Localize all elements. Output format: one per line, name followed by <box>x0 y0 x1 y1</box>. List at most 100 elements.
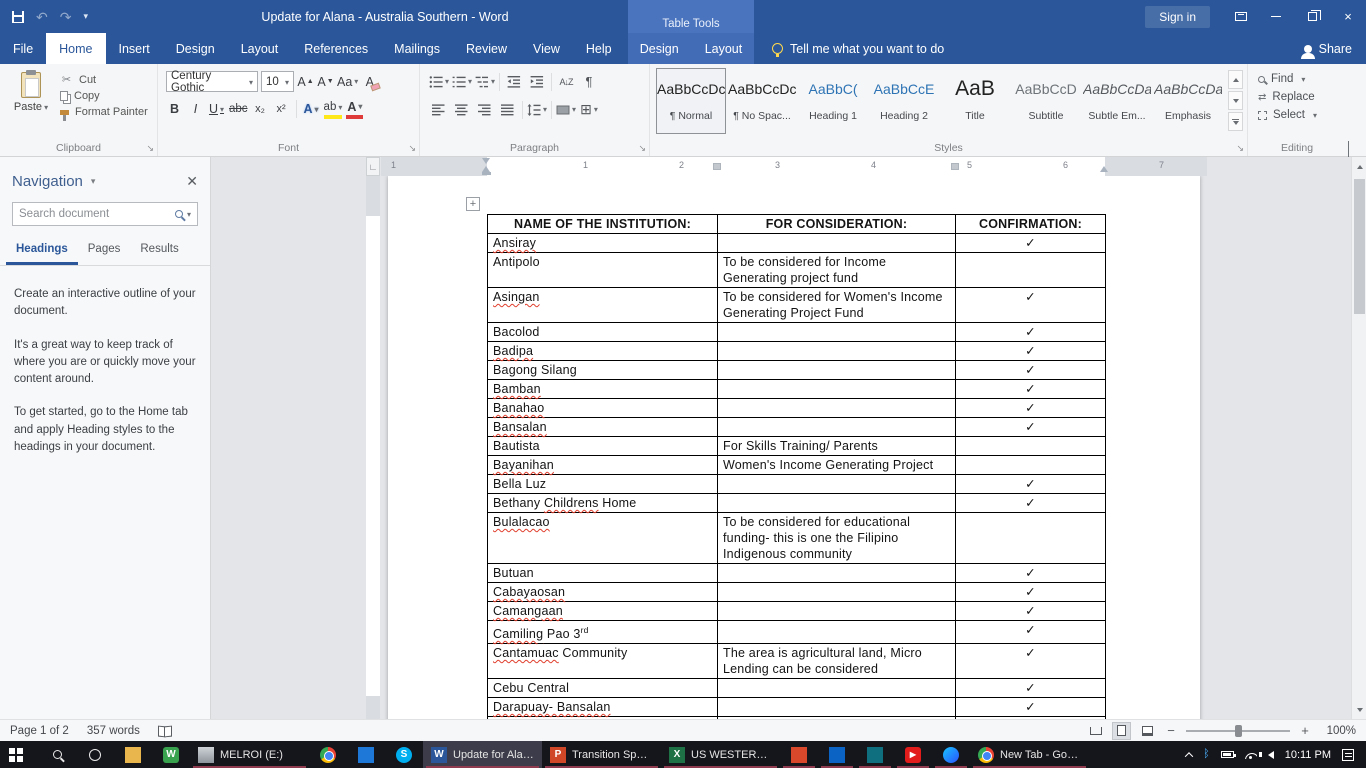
tab-review[interactable]: Review <box>453 33 520 64</box>
confirmation-cell[interactable]: ✓ <box>955 398 1106 418</box>
confirmation-cell[interactable] <box>955 436 1106 456</box>
tab-layout[interactable]: Layout <box>228 33 292 64</box>
paste-button[interactable]: Paste <box>8 70 54 138</box>
institution-cell[interactable]: Antipolo <box>487 252 718 288</box>
action-center-icon[interactable] <box>1342 748 1354 761</box>
taskbar-clock[interactable]: 10:11 PM <box>1285 749 1331 761</box>
consideration-cell[interactable] <box>717 582 956 602</box>
file-explorer-button[interactable] <box>114 741 152 768</box>
confirmation-cell[interactable]: ✓ <box>955 563 1106 583</box>
institution-cell[interactable]: Bacolod <box>487 322 718 342</box>
cortana-button[interactable] <box>76 741 114 768</box>
institution-cell[interactable]: Bansalan <box>487 417 718 437</box>
tab-file[interactable]: File <box>0 33 46 64</box>
photos-app-button[interactable] <box>347 741 385 768</box>
style-item[interactable]: AaBbCcD Subtitle <box>1012 69 1080 133</box>
excel-window-button[interactable]: X US WESTERN U... <box>661 741 780 768</box>
format-painter-button[interactable]: Format Painter <box>60 106 148 121</box>
taskbar-search-button[interactable] <box>38 741 76 768</box>
shrink-font-button[interactable]: A ▼ <box>317 72 334 92</box>
web-layout-button[interactable] <box>1139 723 1156 739</box>
institution-cell[interactable]: Bagong Silang <box>487 360 718 380</box>
table-move-handle[interactable]: + <box>466 197 480 211</box>
word-window-button[interactable]: W Update for Alan... <box>423 741 542 768</box>
table-header-cell[interactable]: FOR CONSIDERATION: <box>717 214 956 234</box>
proofing-status-icon[interactable] <box>158 726 172 736</box>
battery-icon[interactable] <box>1220 751 1236 758</box>
style-item[interactable]: AaBbC(Heading 1 <box>799 69 867 133</box>
consideration-cell[interactable]: Women's Income Generating Project <box>717 455 956 475</box>
tab-home[interactable]: Home <box>46 33 106 64</box>
consideration-cell[interactable]: To be considered for educational funding… <box>717 512 956 564</box>
chrome-pinned-button[interactable] <box>309 741 347 768</box>
change-case-button[interactable]: Aa <box>337 72 358 92</box>
scrollbar-thumb[interactable] <box>1354 179 1365 314</box>
institution-cell[interactable]: Asingan <box>487 287 718 323</box>
consideration-cell[interactable]: To be considered for Income Generating p… <box>717 252 956 288</box>
column-marker[interactable] <box>713 163 721 170</box>
style-item[interactable]: AaBbCcDc ¶ No Spac... <box>728 69 796 133</box>
institution-cell[interactable]: Camiling Pao 3rd <box>487 619 718 645</box>
copy-button[interactable]: Copy <box>60 90 148 102</box>
confirmation-cell[interactable]: ✓ <box>955 678 1106 699</box>
institution-cell[interactable]: Badipa <box>487 341 718 361</box>
bullets-button[interactable] <box>428 71 450 92</box>
styles-dialog-launcher[interactable]: ↘ <box>1236 144 1244 153</box>
institution-cell[interactable]: Bulalacao <box>487 512 718 564</box>
italic-button[interactable]: I <box>187 99 204 119</box>
document-search-box[interactable]: ▾ <box>12 202 198 226</box>
institution-cell[interactable]: Darapuay- Bansalan <box>487 697 718 718</box>
institution-cell[interactable]: Cebu Central <box>487 678 718 699</box>
print-layout-button[interactable] <box>1112 721 1131 740</box>
messenger-app-button[interactable] <box>932 741 970 768</box>
search-input[interactable] <box>19 208 175 220</box>
redo-icon[interactable]: ↷ <box>60 10 72 24</box>
undo-icon[interactable]: ↶ <box>36 10 48 24</box>
zoom-slider-thumb[interactable] <box>1235 724 1242 737</box>
horizontal-ruler[interactable]: 1 1 2 3 4 5 6 7 <box>381 157 1207 176</box>
navigation-tab-headings[interactable]: Headings <box>6 238 78 265</box>
borders-button[interactable]: ⊞ <box>578 99 600 120</box>
institution-cell[interactable]: Bella Luz <box>487 474 718 494</box>
close-button[interactable]: × <box>1330 0 1366 33</box>
collapse-ribbon-button[interactable] <box>1348 141 1360 159</box>
confirmation-cell[interactable]: ✓ <box>955 493 1106 513</box>
scroll-down-button[interactable] <box>1352 702 1366 717</box>
cut-button[interactable]: ✂ Cut <box>60 73 148 87</box>
first-line-indent-marker[interactable] <box>482 158 490 164</box>
store-app-button[interactable] <box>856 741 894 768</box>
navigation-tab-results[interactable]: Results <box>130 238 188 265</box>
style-item[interactable]: AaBbCcDc ¶ Normal <box>656 68 726 134</box>
paragraph-dialog-launcher[interactable]: ↘ <box>638 144 646 153</box>
consideration-cell[interactable]: For Skills Training/ Parents <box>717 436 956 456</box>
chrome-window-button[interactable]: New Tab - Goo... <box>970 741 1089 768</box>
consideration-cell[interactable] <box>717 493 956 513</box>
consideration-cell[interactable] <box>717 360 956 380</box>
tab-insert[interactable]: Insert <box>106 33 163 64</box>
sign-in-button[interactable]: Sign in <box>1145 5 1210 28</box>
volume-icon[interactable] <box>1258 750 1274 759</box>
confirmation-cell[interactable]: ✓ <box>955 643 1106 680</box>
wps-office-button[interactable]: W <box>152 741 190 768</box>
consideration-cell[interactable] <box>717 233 956 253</box>
shading-button[interactable] <box>555 99 577 120</box>
powerpoint-window-button[interactable]: P Transition Spon... <box>542 741 661 768</box>
confirmation-cell[interactable] <box>955 252 1106 288</box>
decrease-indent-button[interactable] <box>503 71 525 92</box>
consideration-cell[interactable] <box>717 379 956 399</box>
style-item[interactable]: AaBbCcDa Subtle Em... <box>1083 69 1151 133</box>
line-spacing-button[interactable] <box>526 99 548 120</box>
replace-button[interactable]: ⇄ Replace <box>1258 91 1317 103</box>
align-center-button[interactable] <box>451 99 473 120</box>
tab-help[interactable]: Help <box>573 33 625 64</box>
styles-scroll-up-button[interactable] <box>1228 70 1243 89</box>
document-scrollbar[interactable] <box>1351 157 1366 719</box>
search-icon[interactable] <box>174 210 183 218</box>
navigation-tab-pages[interactable]: Pages <box>78 238 131 265</box>
left-indent-marker[interactable] <box>482 172 491 175</box>
institution-cell[interactable]: Cantamuac Community <box>487 643 718 680</box>
subscript-button[interactable]: x₂ <box>252 99 269 119</box>
confirmation-cell[interactable]: ✓ <box>955 360 1106 380</box>
explorer-window-button[interactable]: MELROI (E:) <box>190 741 309 768</box>
maximize-button[interactable] <box>1294 0 1330 33</box>
